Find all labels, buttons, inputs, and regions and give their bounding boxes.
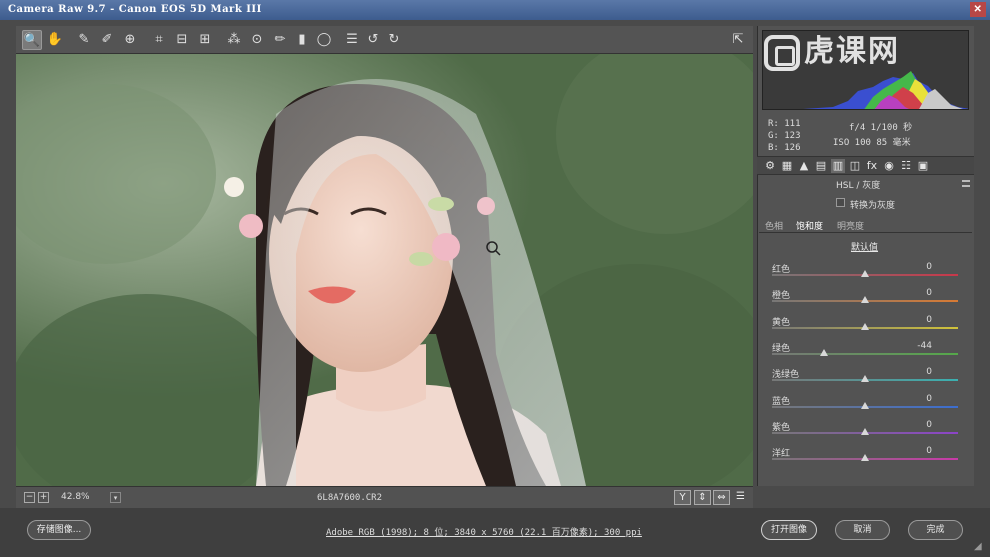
slider-value[interactable]: 0 — [902, 394, 932, 404]
save-image-button[interactable]: 存储图像... — [27, 520, 91, 540]
panel-tab-5-icon[interactable]: ◫ — [848, 159, 862, 173]
view-settings-icon[interactable]: ☰ — [732, 490, 749, 505]
panel-tab-7-icon[interactable]: ◉ — [882, 159, 896, 173]
copy-settings-icon[interactable]: ⇔ — [713, 490, 730, 505]
blue-value: B: 126 — [768, 143, 801, 153]
slider-thumb[interactable] — [861, 401, 869, 409]
slider-row: 绿色 -44 — [770, 341, 962, 365]
panel-tab-1-icon[interactable]: ▦ — [780, 159, 794, 173]
color-sampler-tool-icon[interactable]: ✐ — [97, 30, 117, 50]
crop-tool-icon[interactable]: ⌗ — [149, 30, 169, 50]
spot-removal-tool-icon[interactable]: ⁂ — [224, 30, 244, 50]
window-titlebar: Camera Raw 9.7 - Canon EOS 5D Mark III ✕ — [0, 0, 990, 20]
slider-row: 黄色 0 — [770, 315, 962, 339]
slider-thumb[interactable] — [861, 375, 869, 383]
straighten-tool-icon[interactable]: ⊟ — [172, 30, 192, 50]
cancel-button[interactable]: 取消 — [835, 520, 890, 540]
transform-tool-icon[interactable]: ⊞ — [195, 30, 215, 50]
green-value: G: 123 — [768, 131, 801, 141]
file-name: 6L8A7600.CR2 — [317, 493, 383, 503]
zoom-out-button[interactable]: − — [24, 492, 35, 503]
image-preview[interactable] — [16, 54, 753, 486]
before-after-icon[interactable]: Y — [674, 490, 691, 505]
slider-value[interactable]: 0 — [902, 446, 932, 456]
watermark-text: 虎课网 — [804, 34, 900, 69]
graduated-filter-tool-icon[interactable]: ▮ — [292, 30, 312, 50]
slider-row: 紫色 0 — [770, 420, 962, 444]
slider-thumb[interactable] — [861, 322, 869, 330]
slider-thumb[interactable] — [861, 427, 869, 435]
close-window-button[interactable]: ✕ — [970, 2, 986, 17]
fullscreen-toggle-icon[interactable]: ⇱ — [728, 30, 748, 50]
swap-settings-icon[interactable]: ⇕ — [694, 490, 711, 505]
targeted-adjustment-tool-icon[interactable]: ⊕ — [120, 30, 140, 50]
slider-row: 橙色 0 — [770, 288, 962, 312]
slider-row: 浅绿色 0 — [770, 367, 962, 391]
rgb-readout: R: 111 G: 123 B: 126 — [768, 118, 801, 154]
preferences-tool-icon[interactable]: ☰ — [342, 30, 362, 50]
slider-thumb[interactable] — [861, 454, 869, 462]
red-value: R: 111 — [768, 119, 801, 129]
panel-menu-icon[interactable] — [962, 180, 970, 187]
panel-tab-8-icon[interactable]: ☷ — [899, 159, 913, 173]
zoom-dropdown[interactable]: ▾ — [110, 492, 121, 503]
panel-tab-0-icon[interactable]: ⚙ — [763, 159, 777, 173]
tool-bar: 🔍 ✋ ✎ ✐ ⊕ ⌗ ⊟ ⊞ ⁂ ⊙ ✏ ▮ ◯ ☰ ↺ ↻ ⇱ — [16, 26, 753, 54]
slider-thumb[interactable] — [861, 296, 869, 304]
panel-tab-4-icon[interactable]: ▥ — [831, 159, 845, 173]
watermark-logo-icon — [764, 34, 800, 71]
panel-tab-strip: ⚙ ▦ ▲ ▤ ▥ ◫ fx ◉ ☷ ▣ — [757, 156, 974, 175]
convert-grayscale-label: 转换为灰度 — [850, 201, 896, 211]
slider-value[interactable]: -44 — [902, 341, 932, 351]
slider-value[interactable]: 0 — [902, 262, 932, 272]
done-button[interactable]: 完成 — [908, 520, 963, 540]
slider-value[interactable]: 0 — [902, 367, 932, 377]
preview-status-bar: − + 42.8% ▾ 6L8A7600.CR2 Y ⇕ ⇔ ☰ — [16, 486, 753, 508]
panel-tab-9-icon[interactable]: ▣ — [916, 159, 930, 173]
zoom-tool-icon[interactable]: 🔍 — [22, 30, 42, 50]
window-title: Camera Raw 9.7 - Canon EOS 5D Mark III — [8, 4, 262, 15]
exif-readout: f/4 1/100 秒 ISO 100 85 毫米 — [833, 121, 912, 151]
panel-tab-6-icon[interactable]: fx — [865, 159, 879, 173]
rotate-ccw-tool-icon[interactable]: ↺ — [363, 30, 383, 50]
rotate-cw-tool-icon[interactable]: ↻ — [384, 30, 404, 50]
slider-value[interactable]: 0 — [902, 315, 932, 325]
white-balance-tool-icon[interactable]: ✎ — [74, 30, 94, 50]
slider-row: 蓝色 0 — [770, 394, 962, 418]
hsl-subtabs: 色相 饱和度 明亮度 — [759, 218, 972, 233]
tab-hue[interactable]: 色相 — [765, 219, 783, 232]
iso-focal: ISO 100 85 毫米 — [833, 138, 911, 148]
tab-saturation[interactable]: 饱和度 — [796, 219, 823, 232]
default-link[interactable]: 默认值 — [851, 240, 878, 253]
convert-grayscale-checkbox[interactable] — [836, 198, 845, 207]
adjustment-brush-tool-icon[interactable]: ✏ — [270, 30, 290, 50]
tab-luminance[interactable]: 明亮度 — [837, 219, 864, 232]
slider-value[interactable]: 0 — [902, 288, 932, 298]
open-image-button[interactable]: 打开图像 — [761, 520, 817, 540]
red-eye-tool-icon[interactable]: ⊙ — [247, 30, 267, 50]
slider-row: 红色 0 — [770, 262, 962, 286]
slider-thumb[interactable] — [861, 270, 869, 277]
workflow-options-link[interactable]: Adobe RGB (1998); 8 位; 3840 x 5760 (22.1… — [326, 525, 642, 538]
panel-tab-2-icon[interactable]: ▲ — [797, 159, 811, 173]
watermark: 虎课网 — [764, 26, 900, 71]
bride-photo — [16, 54, 753, 486]
slider-thumb[interactable] — [820, 348, 829, 356]
zoom-level: 42.8% — [61, 492, 90, 502]
hand-tool-icon[interactable]: ✋ — [45, 30, 65, 50]
aperture-shutter: f/4 1/100 秒 — [849, 123, 913, 133]
slider-row: 洋红 0 — [770, 446, 962, 470]
slider-value[interactable]: 0 — [902, 420, 932, 430]
panel-tab-3-icon[interactable]: ▤ — [814, 159, 828, 173]
resize-grip-icon[interactable]: ◢ — [974, 541, 986, 553]
slider-track[interactable] — [772, 352, 958, 355]
radial-filter-tool-icon[interactable]: ◯ — [314, 30, 334, 50]
hsl-panel-title: HSL / 灰度 — [836, 181, 881, 191]
zoom-in-button[interactable]: + — [38, 492, 49, 503]
